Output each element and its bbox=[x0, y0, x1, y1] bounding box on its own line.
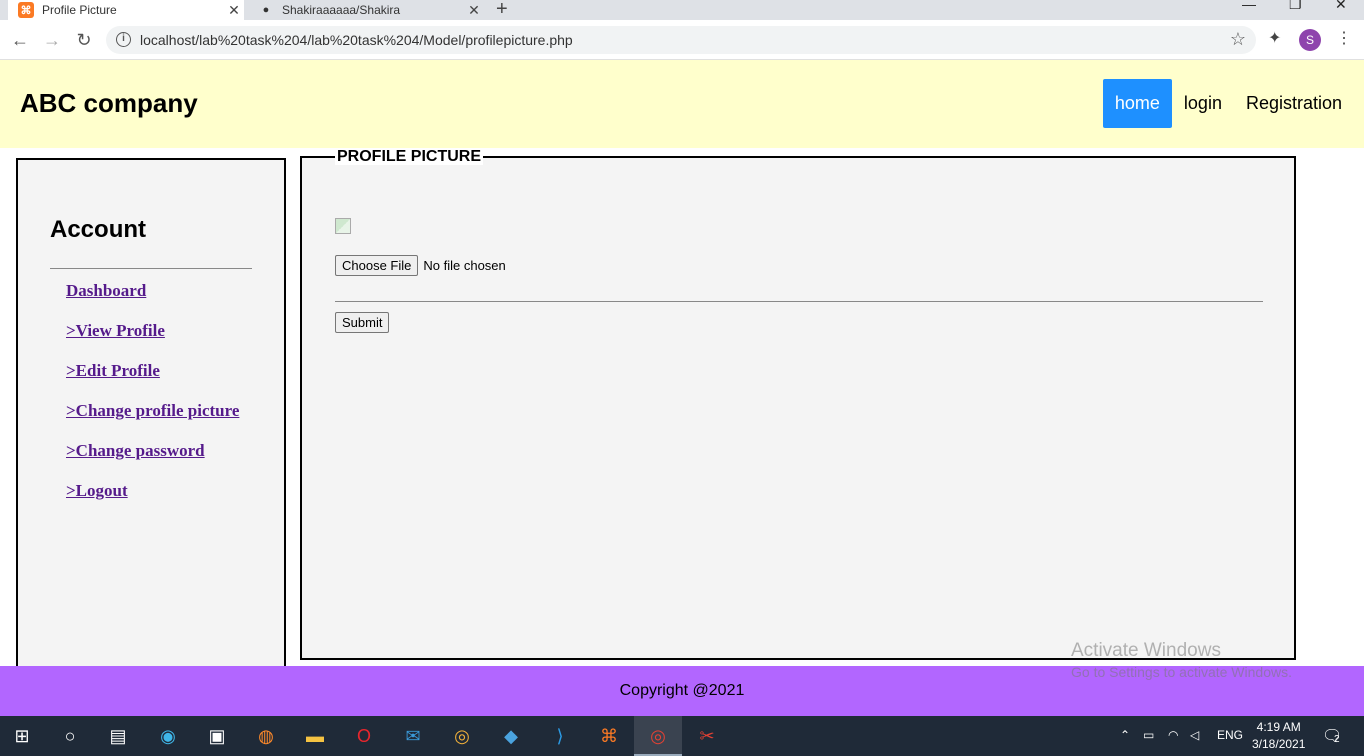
account-sidebar: Account Dashboard >View Profile >Edit Pr… bbox=[16, 158, 286, 678]
profile-image-placeholder bbox=[335, 218, 351, 234]
clock-time: 4:19 AM bbox=[1256, 720, 1301, 734]
sourcetree-icon[interactable]: ◆ bbox=[499, 724, 523, 748]
sidebar-item-edit-profile: >Edit Profile bbox=[66, 358, 239, 398]
search-icon[interactable]: ○ bbox=[58, 724, 82, 748]
form-divider bbox=[335, 301, 1263, 302]
chrome-active-icon[interactable]: ◎ bbox=[646, 724, 670, 748]
watermark-subtitle: Go to Settings to activate Windows. bbox=[1071, 664, 1292, 680]
sidebar-item-change-password: >Change password bbox=[66, 438, 239, 478]
site-header: ABC company home login Registration bbox=[0, 60, 1364, 148]
restore-icon[interactable]: ❐ bbox=[1289, 0, 1302, 13]
sidebar-link-view-profile[interactable]: >View Profile bbox=[66, 321, 165, 340]
minimize-icon[interactable]: — bbox=[1242, 0, 1256, 12]
sidebar-item-view-profile: >View Profile bbox=[66, 318, 239, 358]
back-icon[interactable]: ← bbox=[8, 28, 32, 52]
nav-home[interactable]: home bbox=[1102, 79, 1172, 128]
sidebar-menu: Dashboard >View Profile >Edit Profile >C… bbox=[66, 278, 239, 518]
notification-count: 2 bbox=[1334, 734, 1340, 745]
sidebar-link-change-password[interactable]: >Change password bbox=[66, 441, 205, 460]
language-indicator[interactable]: ENG bbox=[1217, 728, 1243, 742]
sidebar-item-logout: >Logout bbox=[66, 478, 239, 518]
sidebar-divider bbox=[50, 268, 252, 269]
xampp-taskbar-icon[interactable]: ⌘ bbox=[597, 724, 621, 748]
profile-avatar[interactable]: S bbox=[1299, 29, 1321, 51]
tab-profile-picture[interactable]: ⌘ Profile Picture ✕ bbox=[8, 0, 244, 20]
watermark-title: Activate Windows bbox=[1071, 640, 1221, 661]
extensions-icon[interactable]: ✦ bbox=[1268, 28, 1281, 48]
wifi-icon[interactable]: ◠ bbox=[1168, 728, 1178, 742]
menu-kebab-icon[interactable]: ⋮ bbox=[1336, 28, 1352, 48]
edge-icon[interactable]: ◉ bbox=[156, 724, 180, 748]
brand-title: ABC company bbox=[20, 88, 198, 118]
sidebar-link-edit-profile[interactable]: >Edit Profile bbox=[66, 361, 160, 380]
chrome-icon[interactable]: ◎ bbox=[450, 724, 474, 748]
firefox-icon[interactable]: ◍ bbox=[254, 724, 278, 748]
new-tab-icon[interactable]: + bbox=[496, 0, 508, 21]
sidebar-item-change-picture: >Change profile picture bbox=[66, 398, 239, 438]
sidebar-link-dashboard[interactable]: Dashboard bbox=[66, 281, 146, 300]
copyright-text: Copyright @2021 bbox=[619, 682, 745, 699]
nav-login[interactable]: login bbox=[1172, 79, 1234, 128]
file-status-text: No file chosen bbox=[423, 258, 506, 273]
close-icon[interactable]: ✕ bbox=[224, 2, 244, 19]
browser-tabbar: ⌘ Profile Picture ✕ ● Shakiraaaaaa/Shaki… bbox=[0, 0, 1364, 20]
sidebar-link-logout[interactable]: >Logout bbox=[66, 481, 128, 500]
windows-taskbar: ⊞ ○ ▤ ◉ ▣ ◍ ▬ O ✉ ◎ ◆ ⟩ ⌘ ◎ ✂ ⌃ ▭ ◠ ◁ EN… bbox=[0, 716, 1364, 756]
vscode-icon[interactable]: ⟩ bbox=[548, 724, 572, 748]
submit-button[interactable]: Submit bbox=[335, 312, 390, 333]
reload-icon[interactable]: ↻ bbox=[72, 28, 96, 52]
nav-registration[interactable]: Registration bbox=[1234, 79, 1354, 128]
close-icon[interactable]: ✕ bbox=[464, 2, 484, 19]
sidebar-title: Account bbox=[50, 216, 146, 243]
github-icon: ● bbox=[262, 4, 270, 16]
sidebar-link-change-picture[interactable]: >Change profile picture bbox=[66, 401, 239, 420]
window-close-icon[interactable]: ✕ bbox=[1335, 0, 1347, 13]
info-icon[interactable]: i bbox=[116, 32, 131, 47]
address-bar[interactable]: i localhost/lab%20task%204/lab%20task%20… bbox=[106, 26, 1256, 54]
profile-picture-fieldset: PROFILE PICTURE Choose File No file chos… bbox=[300, 149, 1296, 660]
fieldset-legend: PROFILE PICTURE bbox=[335, 148, 484, 165]
choose-file-button[interactable]: Choose File bbox=[335, 255, 419, 276]
tab-title: Shakiraaaaaa/Shakira bbox=[282, 3, 401, 17]
forward-icon[interactable]: → bbox=[40, 28, 64, 52]
clock-date: 3/18/2021 bbox=[1252, 737, 1306, 751]
system-clock[interactable]: 4:19 AM 3/18/2021 bbox=[1252, 719, 1305, 753]
tab-title: Profile Picture bbox=[42, 3, 117, 17]
url-text: localhost/lab%20task%204/lab%20task%204/… bbox=[140, 32, 573, 48]
store-icon[interactable]: ▣ bbox=[205, 724, 229, 748]
mail-icon[interactable]: ✉ bbox=[401, 724, 425, 748]
bookmark-star-icon[interactable]: ☆ bbox=[1230, 29, 1246, 50]
task-view-icon[interactable]: ▤ bbox=[106, 724, 130, 748]
file-input[interactable]: Choose File No file chosen bbox=[335, 255, 506, 276]
tray-chevron-icon[interactable]: ⌃ bbox=[1120, 728, 1130, 742]
windows-start-icon[interactable]: ⊞ bbox=[10, 724, 34, 748]
opera-icon[interactable]: O bbox=[352, 724, 376, 748]
battery-icon[interactable]: ▭ bbox=[1143, 728, 1154, 742]
file-explorer-icon[interactable]: ▬ bbox=[303, 724, 327, 748]
xampp-icon: ⌘ bbox=[18, 2, 34, 18]
snipping-tool-icon[interactable]: ✂ bbox=[695, 724, 719, 748]
tab-github[interactable]: ● Shakiraaaaaa/Shakira ✕ bbox=[248, 0, 484, 20]
top-nav: home login Registration bbox=[1102, 79, 1354, 128]
activate-windows-watermark: Activate Windows Go to Settings to activ… bbox=[1071, 640, 1292, 680]
browser-toolbar: ← → ↻ i localhost/lab%20task%204/lab%20t… bbox=[0, 20, 1364, 60]
sidebar-item-dashboard: Dashboard bbox=[66, 278, 239, 318]
volume-icon[interactable]: ◁ bbox=[1190, 728, 1199, 742]
